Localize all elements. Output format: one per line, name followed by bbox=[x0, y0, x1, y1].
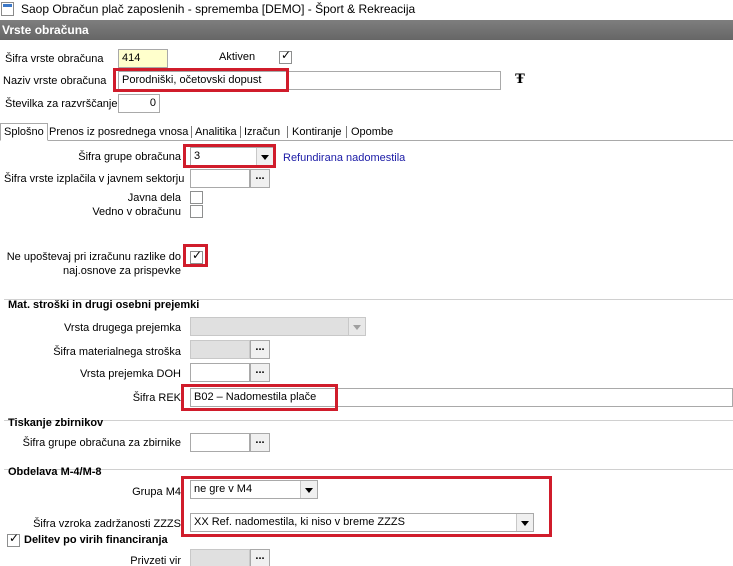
delitev-section-title: Delitev po virih financiranja bbox=[24, 534, 168, 546]
mat-section-title: Mat. stroški in drugi osebni prejemki bbox=[8, 299, 200, 311]
aktiven-label: Aktiven bbox=[219, 51, 256, 63]
tab-separator bbox=[346, 126, 347, 138]
sifra-grupe-label: Šifra grupe obračuna bbox=[78, 151, 181, 163]
m4-section-title: Obdelava M-4/M-8 bbox=[8, 466, 102, 478]
stevilka-input[interactable]: 0 bbox=[118, 94, 160, 113]
sifra-grupe-description: Refundirana nadomestila bbox=[283, 152, 406, 164]
highlight-grupa bbox=[183, 144, 276, 168]
tab-analitika[interactable]: Analitika bbox=[195, 125, 237, 139]
tab-prenos[interactable]: Prenos iz posrednega vnosa bbox=[49, 125, 188, 139]
sifra-mat-browse-button[interactable]: ... bbox=[250, 340, 270, 359]
check-icon: ✓ bbox=[280, 48, 292, 62]
privzeti-vir-input[interactable] bbox=[190, 549, 250, 566]
zzzs-label: Šifra vzroka zadržanosti ZZZS bbox=[33, 518, 181, 530]
izplacilo-input[interactable] bbox=[190, 169, 250, 188]
vedno-checkbox[interactable] bbox=[190, 205, 203, 218]
tab-splosno[interactable]: Splošno bbox=[0, 123, 48, 141]
form-header: Vrste obračuna bbox=[0, 20, 733, 40]
tab-izracun[interactable]: Izračun bbox=[244, 125, 280, 139]
vrsta-drugega-label: Vrsta drugega prejemka bbox=[64, 322, 181, 334]
tab-strip: Splošno Prenos iz posrednega vnosa Anali… bbox=[0, 123, 733, 141]
tab-separator bbox=[191, 126, 192, 138]
javna-dela-label: Javna dela bbox=[127, 192, 181, 204]
zbirnik-label: Šifra grupe obračuna za zbirnike bbox=[22, 437, 181, 449]
tab-kontiranje[interactable]: Kontiranje bbox=[292, 125, 342, 139]
naziv-vrste-label: Naziv vrste obračuna bbox=[3, 75, 107, 87]
aktiven-checkbox[interactable]: ✓ bbox=[279, 48, 292, 64]
sifra-mat-input[interactable] bbox=[190, 340, 250, 359]
privzeti-vir-browse-button[interactable]: ... bbox=[250, 549, 270, 566]
chevron-down-icon[interactable] bbox=[348, 318, 365, 335]
grupa-m4-label: Grupa M4 bbox=[132, 486, 181, 498]
tiskanje-section-title: Tiskanje zbirnikov bbox=[8, 417, 104, 429]
vrsta-doh-label: Vrsta prejemka DOH bbox=[79, 368, 181, 380]
izplacilo-label: Šifra vrste izplačila v javnem sektorju bbox=[4, 173, 185, 185]
section-divider bbox=[4, 469, 733, 470]
vrsta-doh-browse-button[interactable]: ... bbox=[250, 363, 270, 382]
highlight-naziv bbox=[113, 68, 289, 92]
sifra-vrste-label: Šifra vrste obračuna bbox=[5, 53, 104, 65]
neupostevaj-label-1: Ne upoštevaj pri izračunu razlike do bbox=[6, 251, 181, 263]
window-title: Saop Obračun plač zaposlenih - sprememba… bbox=[21, 2, 416, 16]
sifra-vrste-input[interactable]: 414 bbox=[118, 49, 168, 68]
vedno-label: Vedno v obračunu bbox=[92, 206, 181, 218]
section-divider bbox=[4, 420, 733, 421]
window-titlebar: Saop Obračun plač zaposlenih - sprememba… bbox=[0, 0, 733, 20]
vrsta-doh-input[interactable] bbox=[190, 363, 250, 382]
delitev-checkbox[interactable]: ✓ bbox=[7, 531, 20, 547]
izplacilo-browse-button[interactable]: ... bbox=[250, 169, 270, 188]
sifra-rek-label: Šifra REK bbox=[132, 392, 181, 404]
tab-opombe[interactable]: Opombe bbox=[351, 125, 393, 139]
text-format-icon[interactable]: Ŧ bbox=[513, 73, 527, 87]
zbirnik-input[interactable] bbox=[190, 433, 250, 452]
stevilka-label: Številka za razvrščanje bbox=[5, 98, 118, 110]
neupostevaj-label-2: naj.osnove za prispevke bbox=[62, 265, 181, 277]
check-icon: ✓ bbox=[8, 531, 20, 545]
sifra-mat-label: Šifra materialnega stroška bbox=[53, 346, 181, 358]
vrsta-drugega-select[interactable] bbox=[190, 317, 366, 336]
zbirnik-browse-button[interactable]: ... bbox=[250, 433, 270, 452]
form-header-title: Vrste obračuna bbox=[2, 23, 89, 37]
tab-separator bbox=[287, 126, 288, 138]
javna-dela-checkbox[interactable] bbox=[190, 191, 203, 204]
tab-separator bbox=[240, 126, 241, 138]
highlight-neupostevaj bbox=[183, 244, 208, 267]
privzeti-vir-label: Privzeti vir bbox=[130, 555, 181, 566]
highlight-m4 bbox=[181, 476, 552, 537]
highlight-sifra-rek bbox=[181, 384, 338, 411]
app-icon bbox=[1, 2, 14, 16]
